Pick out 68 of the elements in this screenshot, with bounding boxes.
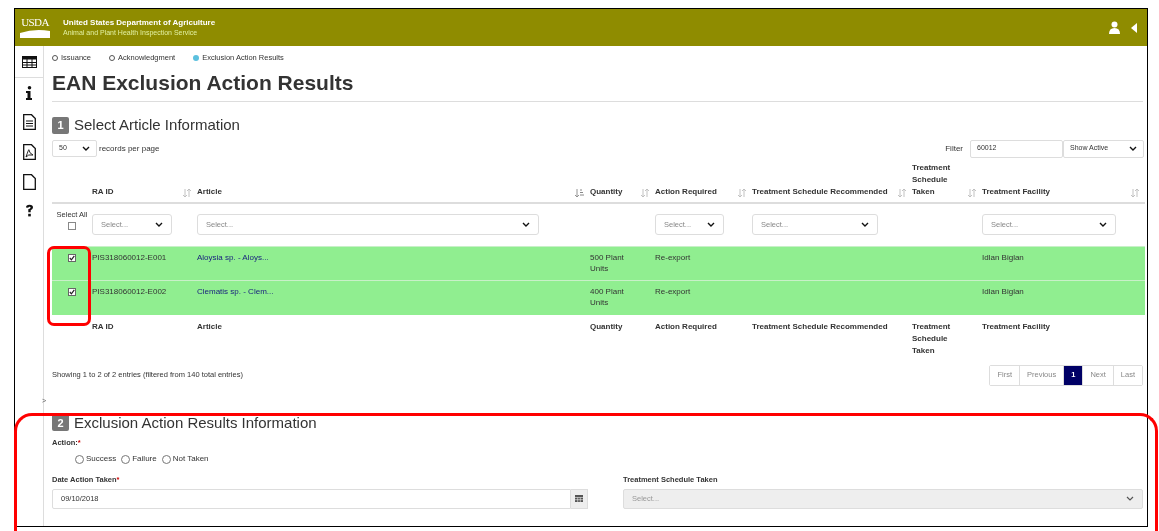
column-footer: Treatment Schedule Recommended xyxy=(752,321,888,331)
pdf-icon[interactable] xyxy=(22,144,36,160)
chevron-down-icon xyxy=(861,222,869,228)
sort-icon[interactable] xyxy=(1131,188,1139,197)
chevron-down-icon xyxy=(1126,496,1134,501)
checkbox[interactable] xyxy=(68,221,76,230)
table-cell: Idlan Biglan xyxy=(982,253,1024,262)
section-heading: Select Article Information xyxy=(74,115,240,135)
section-heading: Exclusion Action Results Information xyxy=(74,412,317,433)
page-title: EAN Exclusion Action Results xyxy=(52,70,355,96)
agency-name: United States Department of Agriculture xyxy=(63,18,216,28)
column-header[interactable]: Action Required xyxy=(655,185,717,198)
radio-button[interactable] xyxy=(75,454,84,464)
table-cell: Re-export xyxy=(655,253,691,262)
collapse-arrow-icon[interactable] xyxy=(1131,22,1137,33)
chevron-down-icon xyxy=(522,222,530,228)
table-row[interactable]: PIS318060012-E001 Aloysia sp. - Aloys... 500 Plant Units Re-export Idlan Biglan xyxy=(52,246,1145,281)
column-footer: Treatment Schedule Taken xyxy=(912,320,957,357)
user-icon[interactable] xyxy=(1108,21,1121,34)
calendar-button[interactable] xyxy=(571,488,588,509)
radio-button[interactable] xyxy=(161,454,171,464)
step-number: 1 xyxy=(52,116,69,134)
checkbox[interactable] xyxy=(68,288,76,296)
chevron-down-icon xyxy=(155,222,163,228)
column-footer: Article xyxy=(197,321,222,331)
chevron-down-icon xyxy=(707,222,715,228)
sort-icon[interactable] xyxy=(968,188,976,197)
chevron-down-icon xyxy=(82,146,90,151)
column-header[interactable]: Quantity xyxy=(590,185,623,198)
blank-document-icon[interactable] xyxy=(22,174,36,190)
sort-icon[interactable] xyxy=(898,188,906,197)
chevron-down-icon xyxy=(1129,146,1137,151)
table-icon[interactable] xyxy=(21,55,37,68)
filter-label: Filter xyxy=(945,142,963,155)
radio-label: Success xyxy=(86,453,117,466)
chevron-down-icon xyxy=(1099,222,1107,228)
sort-icon[interactable] xyxy=(641,188,649,197)
table-cell: PIS318060012-E002 xyxy=(92,287,167,296)
info-icon[interactable] xyxy=(26,86,32,100)
column-header[interactable]: Treatment Schedule Taken xyxy=(912,161,964,198)
column-footer: Quantity xyxy=(590,321,623,331)
column-header[interactable]: Article xyxy=(197,185,222,198)
table-cell: Idlan Biglan xyxy=(982,287,1024,296)
sort-icon[interactable] xyxy=(575,188,584,197)
column-header[interactable]: Treatment Facility xyxy=(982,185,1051,198)
column-footer: RA ID xyxy=(92,321,114,331)
article-link[interactable]: Aloysia sp. - Aloys... xyxy=(197,253,269,262)
help-icon[interactable] xyxy=(24,204,34,217)
column-footer: Treatment Facility xyxy=(982,321,1051,331)
radio-label: Failure xyxy=(132,453,157,466)
radio-button[interactable] xyxy=(121,454,131,464)
table-cell: PIS318060012-E001 xyxy=(92,253,167,262)
article-link[interactable]: Clematis sp. - Clem... xyxy=(197,287,274,296)
sort-icon[interactable] xyxy=(183,188,191,197)
sort-icon[interactable] xyxy=(738,188,746,197)
table-cell: Re-export xyxy=(655,287,691,296)
checkbox[interactable] xyxy=(68,254,76,262)
table-row[interactable]: PIS318060012-E002 Clematis sp. - Clem... 400 Plant Units Re-export Idlan Biglan xyxy=(52,280,1145,315)
table-cell-text: 500 Plant Units xyxy=(590,252,625,274)
document-icon[interactable] xyxy=(22,114,36,130)
page-size-label: records per page xyxy=(99,142,160,155)
table-cell-text: 400 Plant Units xyxy=(590,286,625,308)
column-header[interactable]: Treatment Schedule Recommended xyxy=(752,185,888,198)
column-footer: Action Required xyxy=(655,321,717,331)
calendar-icon xyxy=(575,495,583,502)
usda-logo: USDA xyxy=(19,17,51,38)
column-header[interactable]: RA ID xyxy=(92,185,114,198)
radio-label: Not Taken xyxy=(172,453,209,466)
